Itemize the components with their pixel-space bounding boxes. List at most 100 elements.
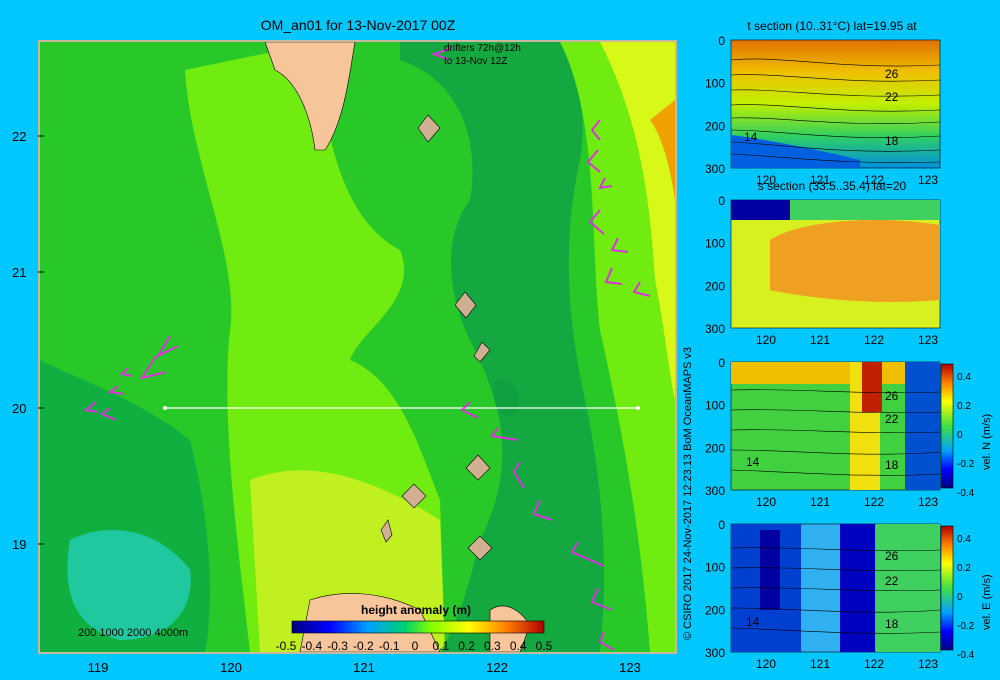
lon-axis: 119 120 121 122 123 (88, 660, 641, 675)
section-x-tick-label: 123 (918, 495, 938, 509)
section-x-tick-label: 122 (864, 333, 884, 347)
vel-colorbar-tick-label: -0.2 (957, 459, 975, 470)
lon-tick-label: 121 (353, 660, 375, 675)
vel-colorbar-tick-label: 0.2 (957, 563, 971, 574)
lon-tick-label: 119 (88, 660, 109, 675)
vel-n-band (905, 362, 940, 490)
section-x-tick-label: 123 (918, 173, 938, 187)
vel-n-section-panel[interactable]: 26 22 18 14 0100200300 120 121 122 123 0.40… (705, 356, 993, 509)
section-x-tick-label: 122 (864, 657, 884, 671)
section-y-tick-label: 200 (705, 441, 725, 455)
vel-n-y-axis: 0 100 200 300 (705, 356, 725, 498)
credit-text: © CSIRO 2017 24-Nov-2017 12:23:13 BoM Oc… (682, 347, 694, 640)
lat-tick-label: 19 (12, 537, 26, 552)
vel-e-colorbar-label: vel. E (m/s) (981, 574, 993, 630)
map-title: OM_an01 for 13-Nov-2017 00Z (261, 17, 456, 33)
s-section-salty-core (770, 220, 940, 302)
vel-n-band (862, 362, 882, 412)
s-section-title: s section (33.5..35.4) lat=20 (758, 179, 907, 193)
drifters-label-2: to 13-Nov 12Z (444, 56, 507, 67)
main-map[interactable]: OM_an01 for 13-Nov-2017 00Z drifters 72h… (12, 17, 677, 675)
section-line-start (163, 406, 167, 410)
vel-colorbar-tick-label: 0.4 (957, 534, 971, 545)
vel-colorbar-tick-label: 0.2 (957, 401, 971, 412)
drifters-label-1: drifters 72h@12h (444, 43, 521, 54)
vel-e-section-panel[interactable]: 26 22 18 14 0100200300 120 121 122 123 0.40… (705, 518, 993, 671)
vel-n-contour-label: 18 (885, 458, 899, 472)
s-x-axis: 120 121 122 123 (756, 333, 938, 347)
vel-n-colorbar (940, 363, 954, 489)
vel-e-contour-label: 14 (746, 615, 760, 629)
section-y-tick-label: 0 (718, 34, 725, 48)
colorbar-tick-label: -0.1 (379, 639, 400, 653)
section-x-tick-label: 121 (810, 657, 830, 671)
colorbar-tick-label: 0.2 (458, 639, 475, 653)
section-y-tick-label: 300 (705, 646, 725, 660)
lon-tick-label: 120 (220, 660, 242, 675)
vel-e-contour-label: 26 (885, 549, 899, 563)
section-x-tick-label: 121 (810, 333, 830, 347)
colorbar-tick-label: 0.4 (510, 639, 527, 653)
colorbar-tick-label: 0.5 (536, 639, 553, 653)
section-x-tick-label: 122 (864, 495, 884, 509)
colorbar-tick-label: -0.2 (353, 639, 374, 653)
t-contour-label: 26 (885, 67, 899, 81)
vel-n-colorbar-label: vel. N (m/s) (981, 414, 993, 470)
section-y-tick-label: 300 (705, 162, 725, 176)
s-section-upper (790, 200, 940, 220)
lat-tick-label: 21 (12, 265, 26, 280)
section-y-tick-label: 100 (705, 77, 725, 91)
section-y-tick-label: 200 (705, 279, 725, 293)
colorbar-tick-label: 0 (412, 639, 419, 653)
vel-colorbar-tick-label: -0.4 (957, 650, 975, 661)
t-contour-label: 18 (885, 134, 899, 148)
section-y-tick-label: 100 (705, 237, 725, 251)
section-line-end (636, 406, 640, 410)
vel-n-contour-label: 22 (885, 412, 899, 426)
colorbar-tick-label: 0.3 (484, 639, 501, 653)
section-y-tick-label: 300 (705, 322, 725, 336)
section-y-tick-label: 100 (705, 399, 725, 413)
s-y-axis: 0 100 200 300 (705, 194, 725, 336)
t-section-title: t section (10..31°C) lat=19.95 at (747, 19, 917, 33)
section-x-tick-label: 120 (756, 657, 776, 671)
vel-colorbar-tick-label: -0.2 (957, 621, 975, 632)
vel-e-x-axis: 120 121 122 123 (756, 657, 938, 671)
section-x-tick-label: 123 (918, 333, 938, 347)
depth-legend: 200 1000 2000 4000m (78, 627, 188, 639)
s-section-fresh-top (731, 200, 790, 220)
section-y-tick-label: 0 (718, 356, 725, 370)
lat-tick-label: 20 (12, 401, 26, 416)
lon-tick-label: 122 (486, 660, 508, 675)
t-section-panel[interactable]: t section (10..31°C) lat=19.95 at 26 22 … (705, 19, 941, 187)
colorbar-title: height anomaly (m) (361, 603, 471, 617)
section-y-tick-label: 0 (718, 518, 725, 532)
vel-colorbar-tick-label: 0 (957, 430, 963, 441)
section-x-tick-label: 123 (918, 657, 938, 671)
colorbar-tick-label: -0.3 (327, 639, 348, 653)
vel-n-colorbar-ticks: 0.4 0.2 0 -0.2 -0.4 (957, 372, 975, 499)
vel-n-contour-label: 26 (885, 389, 899, 403)
section-y-tick-label: 0 (718, 194, 725, 208)
section-x-tick-label: 120 (756, 495, 776, 509)
vel-e-contour-label: 22 (885, 574, 899, 588)
t-contour-label: 22 (885, 90, 899, 104)
vel-n-x-axis: 120 121 122 123 (756, 495, 938, 509)
vel-colorbar-tick-label: 0 (957, 592, 963, 603)
lon-tick-label: 123 (619, 660, 641, 675)
vel-colorbar-tick-label: 0.4 (957, 372, 971, 383)
vel-e-colorbar (940, 525, 954, 651)
section-y-tick-label: 200 (705, 119, 725, 133)
vel-e-band (760, 530, 780, 610)
s-section-panel[interactable]: s section (33.5..35.4) lat=20 0 100 200 300… (705, 179, 941, 347)
vel-e-contour-label: 18 (885, 617, 899, 631)
section-y-tick-label: 300 (705, 484, 725, 498)
colorbar-gradient (291, 620, 545, 634)
t-contour-label: 14 (744, 130, 758, 144)
vel-colorbar-tick-label: -0.4 (957, 488, 975, 499)
lat-tick-label: 22 (12, 129, 26, 144)
colorbar-tick-label: -0.5 (276, 639, 297, 653)
section-y-tick-label: 100 (705, 561, 725, 575)
vel-e-band (876, 524, 940, 652)
vel-n-contour-label: 14 (746, 455, 760, 469)
